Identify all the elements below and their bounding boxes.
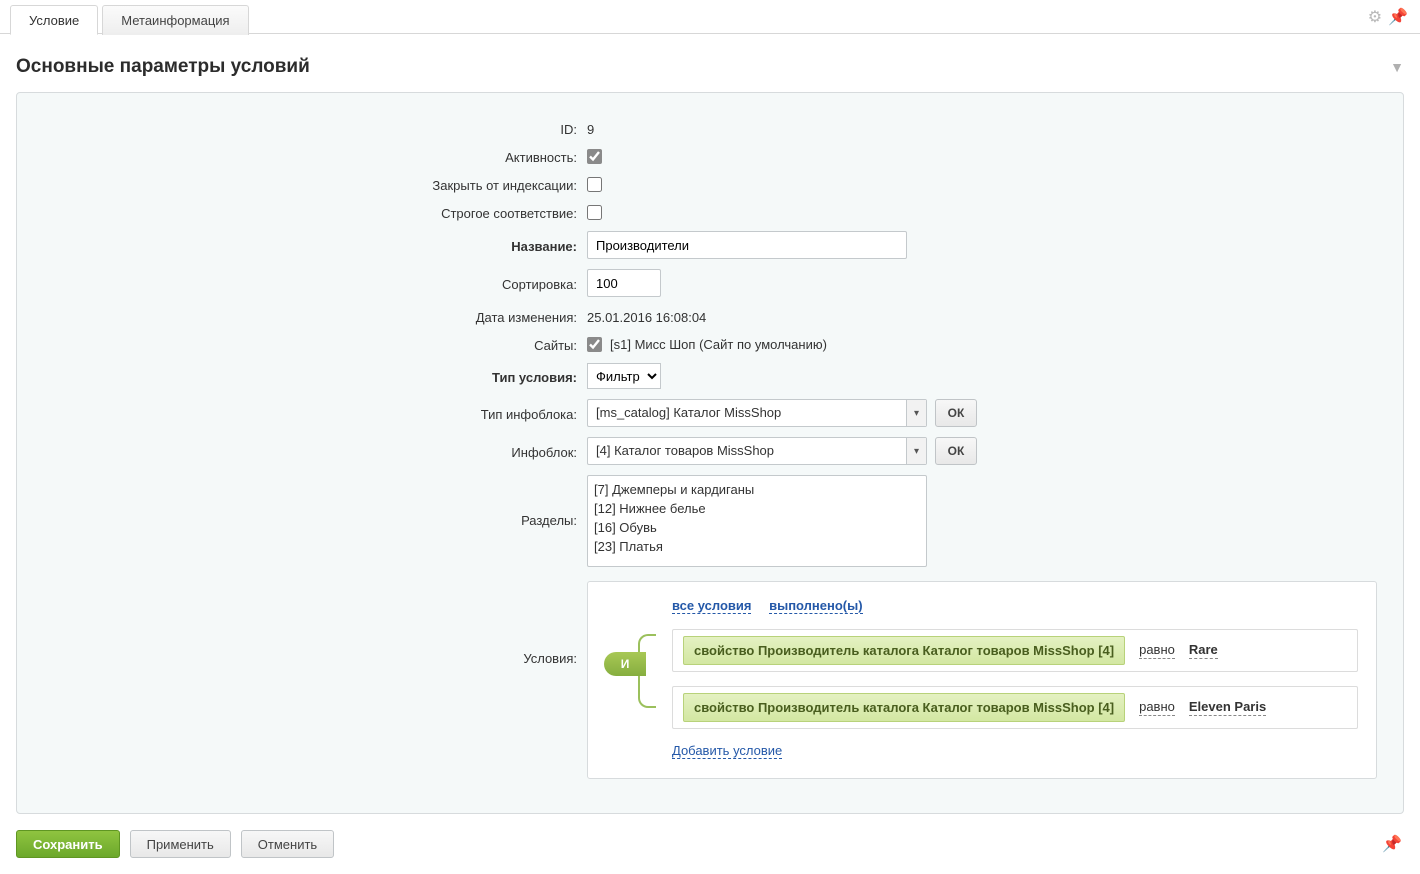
sort-input[interactable] xyxy=(587,269,661,297)
collapse-icon[interactable]: ▼ xyxy=(1390,59,1404,75)
id-label: ID: xyxy=(37,119,587,137)
and-badge[interactable]: И xyxy=(604,652,646,676)
condition-value[interactable]: Eleven Paris xyxy=(1189,699,1266,716)
condition-rule: свойство Производитель каталога Каталог … xyxy=(672,686,1358,729)
form-panel: ID: 9 Активность: Закрыть от индексации:… xyxy=(16,92,1404,814)
sites-text: [s1] Мисс Шоп (Сайт по умолчанию) xyxy=(610,337,827,352)
chevron-down-icon[interactable]: ▾ xyxy=(906,438,926,464)
iblock-type-value: [ms_catalog] Каталог MissShop xyxy=(588,400,906,426)
modified-value: 25.01.2016 16:08:04 xyxy=(587,307,1383,325)
chevron-down-icon[interactable]: ▾ xyxy=(906,400,926,426)
condition-property[interactable]: свойство Производитель каталога Каталог … xyxy=(683,693,1125,722)
pin-icon[interactable]: 📌 xyxy=(1388,7,1408,27)
noindex-label: Закрыть от индексации: xyxy=(37,175,587,193)
tab-metainfo[interactable]: Метаинформация xyxy=(102,5,248,35)
cancel-button[interactable]: Отменить xyxy=(241,830,334,858)
iblock-ok-button[interactable]: ОК xyxy=(935,437,977,465)
noindex-checkbox[interactable] xyxy=(587,177,602,192)
cond-type-label: Тип условия: xyxy=(37,367,587,385)
id-value: 9 xyxy=(587,119,1383,137)
condition-value[interactable]: Rare xyxy=(1189,642,1218,659)
condition-property[interactable]: свойство Производитель каталога Каталог … xyxy=(683,636,1125,665)
sections-listbox[interactable]: [7] Джемперы и кардиганы [12] Нижнее бел… xyxy=(587,475,927,567)
active-label: Активность: xyxy=(37,147,587,165)
iblock-type-label: Тип инфоблока: xyxy=(37,404,587,422)
gear-icon[interactable]: ⚙ xyxy=(1368,7,1382,27)
section-header: Основные параметры условий ▼ xyxy=(0,34,1420,92)
pin-bottom-icon[interactable]: 📌 xyxy=(1382,834,1402,854)
sites-label: Сайты: xyxy=(37,335,587,353)
sites-checkbox[interactable] xyxy=(587,337,602,352)
tab-condition[interactable]: Условие xyxy=(10,5,98,35)
list-item[interactable]: [7] Джемперы и кардиганы xyxy=(594,480,920,499)
save-button[interactable]: Сохранить xyxy=(16,830,120,858)
page-title: Основные параметры условий xyxy=(16,56,310,78)
name-label: Название: xyxy=(37,236,587,254)
add-condition-link[interactable]: Добавить условие xyxy=(672,743,782,759)
iblock-type-ok-button[interactable]: ОК xyxy=(935,399,977,427)
all-conditions-link[interactable]: все условия xyxy=(672,598,751,614)
done-conditions-link[interactable]: выполнено(ы) xyxy=(769,598,862,614)
tabs-bar: Условие Метаинформация ⚙ 📌 xyxy=(0,0,1420,34)
strict-label: Строгое соответствие: xyxy=(37,203,587,221)
conditions-box: все условия выполнено(ы) И свойство Прои… xyxy=(587,581,1377,779)
sections-label: Разделы: xyxy=(37,475,587,528)
list-item[interactable]: [23] Платья xyxy=(594,537,920,556)
list-item[interactable]: [16] Обувь xyxy=(594,518,920,537)
iblock-select[interactable]: [4] Каталог товаров MissShop ▾ xyxy=(587,437,927,465)
conditions-label: Условия: xyxy=(37,581,587,666)
list-item[interactable]: [12] Нижнее белье xyxy=(594,499,920,518)
condition-rule: свойство Производитель каталога Каталог … xyxy=(672,629,1358,672)
active-checkbox[interactable] xyxy=(587,149,602,164)
iblock-value: [4] Каталог товаров MissShop xyxy=(588,438,906,464)
condition-operator[interactable]: равно xyxy=(1139,642,1175,659)
modified-label: Дата изменения: xyxy=(37,307,587,325)
sort-label: Сортировка: xyxy=(37,274,587,292)
iblock-type-select[interactable]: [ms_catalog] Каталог MissShop ▾ xyxy=(587,399,927,427)
cond-type-select[interactable]: Фильтр xyxy=(587,363,661,389)
iblock-label: Инфоблок: xyxy=(37,442,587,460)
condition-operator[interactable]: равно xyxy=(1139,699,1175,716)
apply-button[interactable]: Применить xyxy=(130,830,231,858)
buttons-bar: Сохранить Применить Отменить 📌 xyxy=(0,814,1420,874)
name-input[interactable] xyxy=(587,231,907,259)
strict-checkbox[interactable] xyxy=(587,205,602,220)
